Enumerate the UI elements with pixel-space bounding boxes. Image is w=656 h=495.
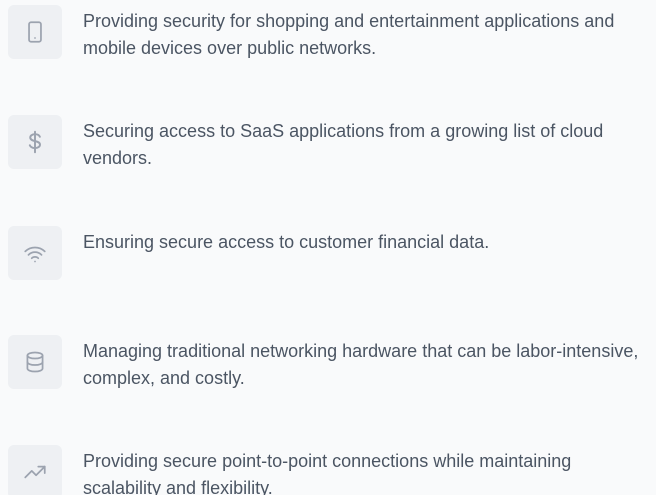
feature-list: Providing security for shopping and ente… — [0, 0, 656, 495]
feature-text: Providing secure point-to-point connecti… — [83, 451, 572, 495]
feature-item-mobile: Providing security for shopping and ente… — [8, 5, 648, 65]
feature-item-point-to-point: Providing secure point-to-point connecti… — [8, 445, 648, 495]
feature-icon-box — [8, 5, 62, 59]
feature-item-hardware: Managing traditional networking hardware… — [8, 335, 648, 395]
feature-text: Providing security for shopping and ente… — [83, 11, 615, 58]
device-mobile-icon — [28, 21, 42, 43]
feature-text: Ensuring secure access to customer finan… — [83, 232, 490, 252]
database-icon — [26, 351, 44, 373]
feature-text: Securing access to SaaS applications fro… — [83, 121, 604, 168]
trending-up-icon — [24, 465, 46, 479]
feature-icon-box — [8, 445, 62, 495]
wifi-icon — [24, 246, 46, 263]
feature-icon-box — [8, 115, 62, 169]
feature-icon-box — [8, 226, 62, 280]
feature-icon-box — [8, 335, 62, 389]
feature-item-saas: Securing access to SaaS applications fro… — [8, 115, 648, 175]
feature-text: Managing traditional networking hardware… — [83, 341, 639, 388]
dollar-icon — [28, 130, 41, 154]
feature-item-financial: Ensuring secure access to customer finan… — [8, 226, 648, 286]
